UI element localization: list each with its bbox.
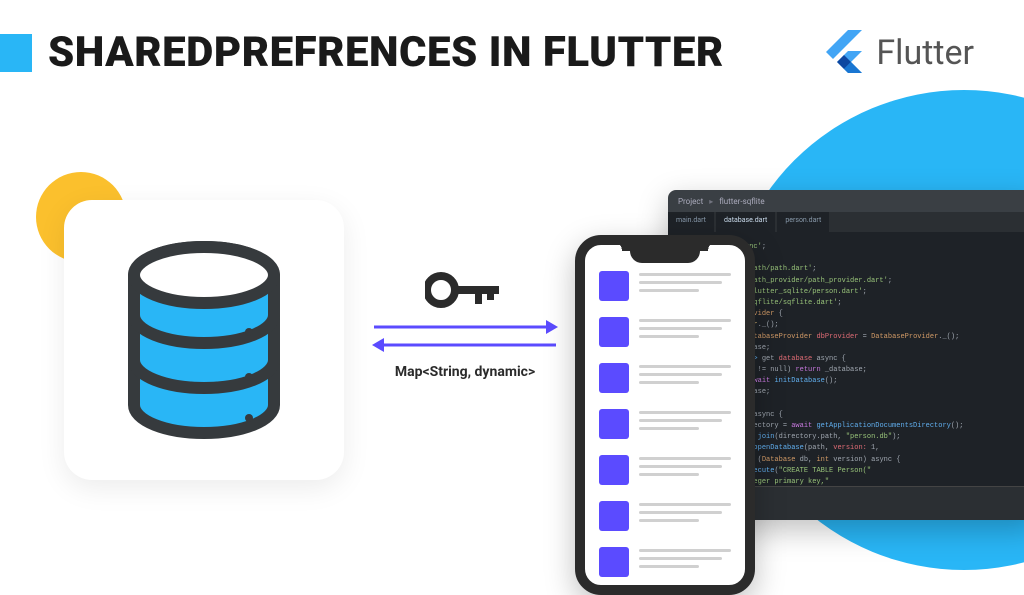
header: SHAREDPREFRENCES IN FLUTTER Flutter [0,0,1024,77]
arrow-right [370,318,560,336]
database-icon [119,240,289,440]
ide-tab: person.dart [777,212,829,232]
title-accent-bar [0,34,32,72]
phone-screen [585,245,745,577]
list-item [599,271,731,301]
ide-tabs: main.dart database.dart person.dart [668,212,1024,232]
ide-tab: database.dart [716,212,775,232]
flutter-logo-icon [826,30,864,76]
list-item [599,547,731,577]
database-card [64,200,344,480]
key-arrow-zone: Map<String, dynamic> [370,270,560,380]
list-item [599,501,731,531]
flutter-logo-wrap: Flutter [826,30,974,76]
flutter-logo-label: Flutter [876,33,974,73]
page-title: SHAREDPREFRENCES IN FLUTTER [48,28,724,77]
key-icon [425,270,505,310]
list-item [599,317,731,347]
phone-notch [630,243,700,263]
title-wrap: SHAREDPREFRENCES IN FLUTTER [0,28,724,77]
phone-mockup [575,235,755,595]
arrow-left [370,336,560,354]
list-item [599,455,731,485]
list-item [599,409,731,439]
ide-project-label: Project [678,197,703,206]
ide-breadcrumb: flutter-sqflite [719,197,764,206]
map-type-label: Map<String, dynamic> [370,364,560,380]
list-item [599,363,731,393]
ide-tab: main.dart [668,212,714,232]
ide-title-bar: Project ▸ flutter-sqflite [668,190,1024,212]
